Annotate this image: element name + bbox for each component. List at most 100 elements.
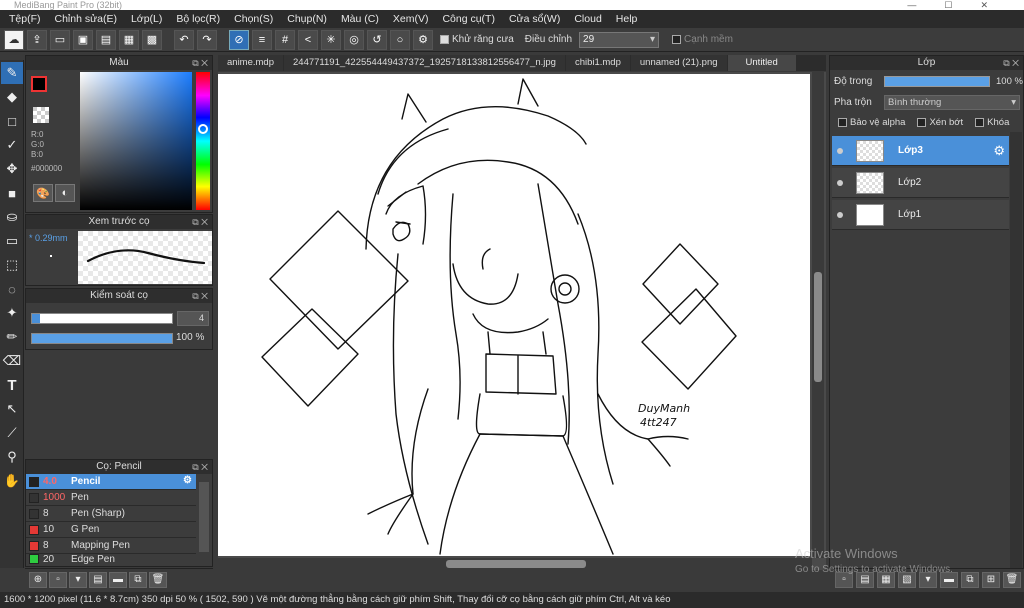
- lasso-tool-icon[interactable]: ◌: [1, 278, 23, 300]
- panel-popout-icon[interactable]: ⧉ ✕: [1003, 56, 1019, 70]
- eye-icon[interactable]: [837, 147, 843, 154]
- select-tool-icon[interactable]: ⬚: [1, 254, 23, 276]
- brush-item-pen[interactable]: 1000 Pen: [26, 490, 196, 506]
- foreground-color-swatch[interactable]: [31, 76, 47, 92]
- duplicate-layer-icon[interactable]: ⧉: [961, 571, 979, 588]
- lock-toggle[interactable]: Khóa: [975, 117, 1009, 128]
- eye-icon[interactable]: [837, 179, 843, 186]
- grid-icon[interactable]: ▩: [142, 29, 162, 50]
- brush-settings-icon[interactable]: ▤: [89, 571, 107, 588]
- tab-unnamed-21[interactable]: unnamed (21).png: [630, 55, 727, 71]
- drawing-canvas[interactable]: DuyManh 4tt247: [218, 74, 810, 556]
- menu-select[interactable]: Chọn(S): [227, 13, 280, 25]
- panel-popout-icon[interactable]: ⧉ ✕: [192, 215, 208, 229]
- menu-snap[interactable]: Chụp(N): [280, 13, 334, 25]
- menu-filter[interactable]: Bộ lọc(R): [169, 13, 227, 25]
- add-brush-icon[interactable]: ⊕: [29, 571, 47, 588]
- snap-settings-icon[interactable]: ⚙: [413, 29, 433, 50]
- snap-radial-icon[interactable]: ✳: [321, 29, 341, 50]
- delete-brush-icon[interactable]: 🗑: [149, 571, 167, 588]
- divide-tool-icon[interactable]: ⟋: [1, 422, 23, 444]
- snap-perspective-icon[interactable]: <: [298, 29, 318, 50]
- saturation-value-picker[interactable]: [80, 72, 192, 210]
- menu-file[interactable]: Tệp(F): [2, 13, 48, 25]
- menu-help[interactable]: Help: [609, 13, 645, 25]
- menu-tools[interactable]: Công cụ(T): [435, 13, 502, 25]
- brush-size-value[interactable]: 4: [177, 311, 209, 326]
- brush-item-pencil[interactable]: 4.0 Pencil ⚙: [26, 474, 196, 490]
- layer-row-3[interactable]: Lớp3 ⚙: [832, 136, 1009, 166]
- brush-item-mapping-pen[interactable]: 8 Mapping Pen: [26, 538, 196, 554]
- document-icon[interactable]: ▤: [96, 29, 116, 50]
- layer-list-scrollbar[interactable]: [1010, 132, 1022, 568]
- menu-window[interactable]: Cửa sổ(W): [502, 13, 567, 25]
- soft-edge-toggle[interactable]: Cạnh mềm: [672, 34, 733, 45]
- window-controls[interactable]: —☐✕: [907, 0, 1016, 10]
- delete-layer-icon[interactable]: 🗑: [1003, 571, 1021, 588]
- panel-popout-icon[interactable]: ⧉ ✕: [192, 289, 208, 303]
- comment-icon[interactable]: ▭: [50, 29, 70, 50]
- undo-icon[interactable]: ↶: [174, 29, 194, 50]
- color-mixer-icon[interactable]: ◐: [55, 184, 75, 202]
- layer-opacity-slider[interactable]: [884, 76, 990, 87]
- brush-list-scrollbar[interactable]: [199, 482, 209, 552]
- palette-icon[interactable]: 🎨: [33, 184, 53, 202]
- fill-rect-tool-icon[interactable]: ■: [1, 182, 23, 204]
- antialias-checkbox[interactable]: [440, 35, 449, 44]
- layer-row-1[interactable]: Lớp1: [832, 200, 1009, 230]
- bucket-tool-icon[interactable]: ⛀: [1, 206, 23, 228]
- cloud-icon[interactable]: ☁: [4, 29, 24, 50]
- add-brush-menu-icon[interactable]: ▾: [69, 571, 87, 588]
- shape-tool-icon[interactable]: □: [1, 110, 23, 132]
- select-pen-tool-icon[interactable]: ✏: [1, 326, 23, 348]
- soft-edge-checkbox[interactable]: [672, 35, 682, 44]
- snap-parallel-icon[interactable]: ≡: [252, 29, 272, 50]
- snap-curve-icon[interactable]: ↺: [367, 29, 387, 50]
- layer-row-2[interactable]: Lớp2: [832, 168, 1009, 198]
- blend-mode-dropdown[interactable]: Bình thường: [884, 95, 1020, 110]
- gradient-tool-icon[interactable]: ▭: [1, 230, 23, 252]
- menu-edit[interactable]: Chỉnh sửa(E): [48, 13, 124, 25]
- operation-tool-icon[interactable]: ↖: [1, 398, 23, 420]
- antialias-toggle[interactable]: Khử răng cưa: [440, 34, 514, 45]
- select-eraser-tool-icon[interactable]: ⌫: [1, 350, 23, 372]
- tab-chibi1[interactable]: chibi1.mdp: [565, 55, 630, 71]
- menu-cloud[interactable]: Cloud: [567, 13, 608, 25]
- eye-icon[interactable]: [837, 211, 843, 218]
- tab-untitled[interactable]: Untitled: [727, 55, 796, 71]
- panel-popout-icon[interactable]: ⧉ ✕: [192, 56, 208, 70]
- clipping-checkbox[interactable]: [917, 118, 927, 127]
- lock-checkbox[interactable]: [975, 118, 985, 127]
- clipping-toggle[interactable]: Xén bớt: [917, 117, 963, 128]
- canvas-area[interactable]: DuyManh 4tt247: [218, 72, 826, 570]
- protect-alpha-toggle[interactable]: Bảo vệ alpha: [838, 117, 905, 128]
- canvas-horizontal-scroll-thumb[interactable]: [446, 560, 586, 568]
- menu-view[interactable]: Xem(V): [386, 13, 436, 25]
- hand-tool-icon[interactable]: ✋: [1, 470, 23, 492]
- snap-concentric-icon[interactable]: ◎: [344, 29, 364, 50]
- magic-wand-tool-icon[interactable]: ✦: [1, 302, 23, 324]
- hue-slider[interactable]: [196, 72, 210, 210]
- tab-jpg-image[interactable]: 244771191_422554449437372_19257181338125…: [284, 55, 565, 71]
- menu-color[interactable]: Màu (C): [334, 13, 386, 25]
- snap-off-icon[interactable]: ⊘: [229, 29, 249, 50]
- brush-tool-icon[interactable]: ✎: [1, 62, 23, 84]
- eraser-tool-icon[interactable]: ◆: [1, 86, 23, 108]
- eyedropper-tool-icon[interactable]: ⚲: [1, 446, 23, 468]
- brush-item-g-pen[interactable]: 10 G Pen: [26, 522, 196, 538]
- gear-icon[interactable]: ⚙: [993, 143, 1005, 159]
- duplicate-brush-icon[interactable]: ⧉: [129, 571, 147, 588]
- canvas-vertical-scroll-thumb[interactable]: [814, 272, 822, 382]
- panel-icon[interactable]: ▦: [119, 29, 139, 50]
- export-icon[interactable]: ⇪: [27, 29, 47, 50]
- adjust-dropdown[interactable]: 29: [579, 31, 660, 48]
- brush-item-pen-sharp[interactable]: 8 Pen (Sharp): [26, 506, 196, 522]
- transparent-color-swatch[interactable]: [33, 107, 49, 123]
- brush-folder-icon[interactable]: ▬: [109, 571, 127, 588]
- tab-anime[interactable]: anime.mdp: [218, 55, 283, 71]
- snap-circle-icon[interactable]: ○: [390, 29, 410, 50]
- dot-tool-icon[interactable]: ✓: [1, 134, 23, 156]
- panel-popout-icon[interactable]: ⧉ ✕: [192, 460, 208, 474]
- new-brush-icon[interactable]: ▫: [49, 571, 67, 588]
- brush-opacity-slider[interactable]: [31, 333, 173, 344]
